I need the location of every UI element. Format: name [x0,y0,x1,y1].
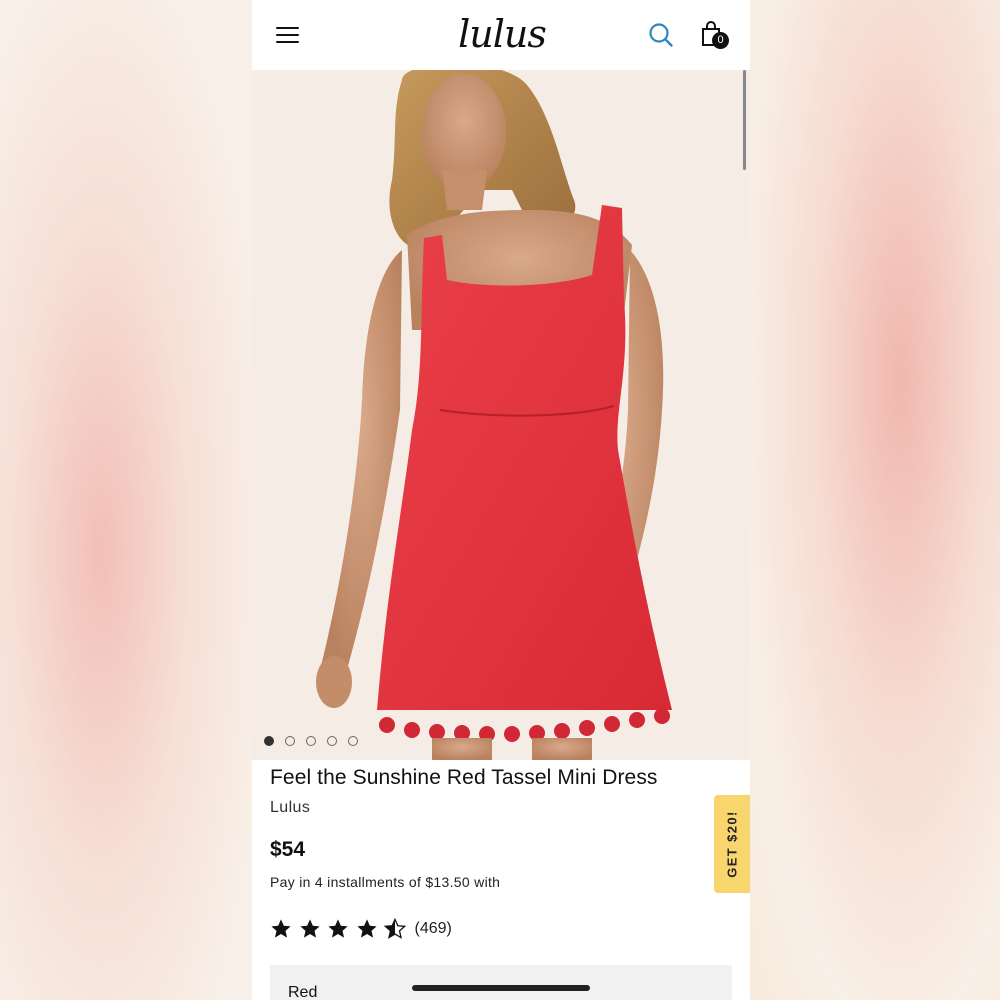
hamburger-menu-icon[interactable] [276,24,300,46]
promo-label: GET $20! [724,810,740,878]
gallery-dot-5[interactable] [348,736,358,746]
product-image[interactable] [252,70,750,760]
model-photo [252,70,750,760]
cart-count-badge: 0 [712,32,729,49]
star-full-icon [271,919,291,938]
star-half-icon [384,918,406,939]
gallery-dot-2[interactable] [285,736,295,746]
product-title: Feel the Sunshine Red Tassel Mini Dress [270,766,658,789]
site-header: lulus 0 [252,0,750,70]
home-indicator [412,985,590,991]
gallery-dot-1[interactable] [264,736,274,746]
product-rating[interactable]: (469) [270,916,452,942]
review-count[interactable]: (469) [415,920,452,938]
color-label: Red [288,984,318,1000]
search-icon[interactable] [648,22,674,48]
gallery-dot-3[interactable] [306,736,316,746]
gallery-pagination [264,736,358,746]
get-20-promo-tab[interactable]: GET $20! [714,795,750,893]
shopping-bag-icon[interactable]: 0 [698,18,732,52]
background-left [0,0,252,1000]
gallery-dot-4[interactable] [327,736,337,746]
color-selector[interactable]: Red [270,965,732,1000]
installments-text: Pay in 4 installments of $13.50 with [270,874,501,890]
star-full-icon [328,919,348,938]
image-scrollbar[interactable] [743,70,746,170]
star-full-icon [299,919,320,938]
star-full-icon [356,919,377,938]
background-right [750,0,1000,1000]
product-brand[interactable]: Lulus [270,799,310,817]
product-price: $54 [270,838,306,861]
lulus-logo[interactable]: lulus [452,10,552,58]
phone-screen: lulus 0 Feel the Sunshine Red Tassel Min… [252,0,750,1000]
